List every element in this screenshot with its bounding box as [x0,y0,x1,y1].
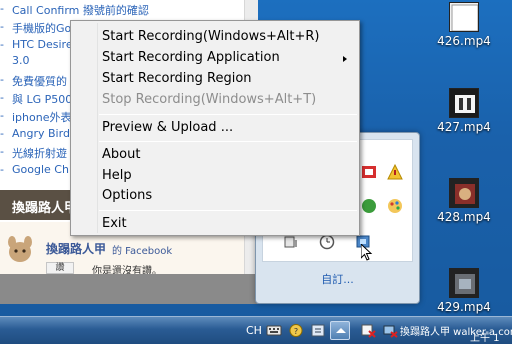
input-language-indicator[interactable]: CH [246,324,262,337]
ime-settings-icon[interactable]: ? [288,323,304,338]
menu-item-start-recording-region[interactable]: Start Recording Region [102,71,252,86]
desktop-file-icon[interactable]: 427.mp4 [432,88,496,134]
article-link[interactable]: Call Confirm 撥號前的確認 [12,2,149,18]
bullet: - [0,127,4,140]
menu-separator [99,114,357,115]
like-button[interactable]: 讚 [46,262,74,274]
article-link[interactable]: 光線折射遊 [12,145,67,161]
device-tray-icon[interactable] [283,234,299,250]
article-link-continued[interactable]: 3.0 [12,54,30,67]
article-link[interactable]: Google Chr [12,163,73,176]
svg-text:?: ? [294,327,298,336]
clock-tray-icon[interactable] [319,234,335,250]
menu-item-start-recording-application[interactable]: Start Recording Application [102,50,280,65]
menu-item-exit[interactable]: Exit [102,216,127,231]
file-name-label: 429.mp4 [437,300,491,314]
language-bar-icon[interactable] [310,323,326,338]
menu-item-options[interactable]: Options [102,188,152,203]
article-link[interactable]: 免費優質的 [12,73,67,89]
browser-footer-area [0,274,258,304]
desktop-file-icon[interactable]: 426.mp4 [432,2,496,48]
facebook-suffix: 的 Facebook [112,246,173,257]
article-link[interactable]: iphone外表 [12,109,71,125]
menu-item-about[interactable]: About [102,147,140,162]
menu-item-preview-upload[interactable]: Preview & Upload ... [102,120,233,135]
bullet: - [0,109,4,122]
bullet: - [0,2,4,15]
article-link[interactable]: 與 LG P500 [12,91,72,107]
menu-item-start-recording[interactable]: Start Recording(Windows+Alt+R) [102,29,320,44]
bullet: - [0,163,4,176]
network-icon[interactable] [382,323,398,338]
submenu-arrow-icon [343,56,347,62]
menu-item-help[interactable]: Help [102,168,132,183]
bullet: - [0,38,4,51]
taskbar: CH ? 換蹋路人甲 walker-a.com 上午 1 [0,316,512,344]
video-thumbnail-icon [449,178,479,208]
green-tray-icon[interactable] [361,198,377,214]
video-thumbnail-icon [449,2,479,32]
bullet: - [0,145,4,158]
palette-tray-icon[interactable] [387,198,403,214]
bullet: - [0,20,4,33]
video-thumbnail-icon [449,268,479,298]
facebook-page-link[interactable]: 換蹋路人甲 [46,240,106,257]
menu-item-stop-recording: Stop Recording(Windows+Alt+T) [102,92,317,107]
bullet: - [0,91,4,104]
desktop-file-icon[interactable]: 428.mp4 [432,178,496,224]
file-name-label: 426.mp4 [437,34,491,48]
menu-separator [99,210,357,211]
article-link[interactable]: HTC Desire [12,38,73,51]
article-link[interactable]: Angry Bird [12,127,70,140]
customize-link[interactable]: 自訂... [256,271,419,287]
mascot-logo-icon [8,236,32,262]
mouse-cursor-icon [361,244,373,261]
section-title: 換蹋路人甲 [12,201,78,216]
bullet: - [0,73,4,86]
warning-tray-icon[interactable] [387,164,403,180]
film-icon [450,89,478,117]
film-icon [450,179,478,207]
menu-separator [99,141,357,142]
keyboard-icon[interactable] [266,323,282,338]
recorder-context-menu: Start Recording(Windows+Alt+R) Start Rec… [70,20,360,236]
film-icon [450,3,478,31]
show-hidden-icons-button[interactable] [330,321,350,340]
action-center-icon[interactable] [360,323,376,338]
desktop-file-icon[interactable]: 429.mp4 [432,268,496,314]
film-icon [450,269,478,297]
clock-text[interactable]: 上午 1 [470,329,500,344]
file-name-label: 427.mp4 [437,120,491,134]
video-thumbnail-icon [449,88,479,118]
file-name-label: 428.mp4 [437,210,491,224]
recorder-tray-icon[interactable] [361,164,377,180]
